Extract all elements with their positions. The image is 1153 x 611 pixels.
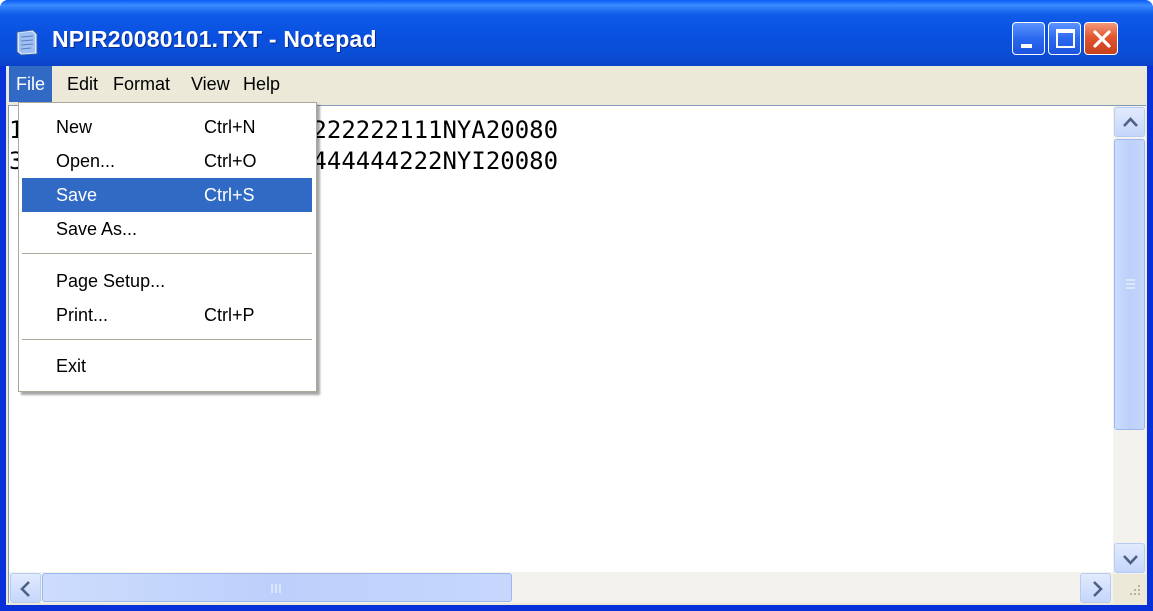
minimize-icon [1021,44,1032,48]
chevron-down-icon [1123,555,1138,565]
maximize-button[interactable] [1048,22,1081,55]
close-button[interactable] [1084,22,1118,55]
close-icon [1093,30,1111,48]
menu-item-label: Save [56,185,98,205]
menu-item-page-setup[interactable]: Page Setup... [22,264,312,298]
title-bar[interactable]: NPIR20080101.TXT - Notepad [0,0,1153,66]
menu-item-shortcut: Ctrl+S [204,185,255,205]
menu-item-save-as[interactable]: Save As... [22,212,312,246]
size-grip[interactable] [1113,574,1146,603]
resize-grip-icon [1130,585,1140,595]
grip-icon [1126,279,1135,289]
menu-item-label: Exit [56,356,87,376]
horizontal-scrollbar[interactable] [9,572,1113,603]
menu-item-label: Save As... [56,219,138,239]
file-menu-dropdown: New Ctrl+N Open... Ctrl+O Save Ctrl+S Sa… [18,102,317,392]
menu-separator [22,339,312,340]
menu-item-save[interactable]: Save Ctrl+S [22,178,312,212]
menu-bar: File Edit Format View Help [6,66,1147,102]
notepad-icon [16,29,38,56]
vertical-scrollbar[interactable] [1113,106,1146,574]
menu-item-label: Open... [56,151,116,171]
vertical-scroll-thumb[interactable] [1114,139,1145,430]
minimize-button[interactable] [1012,22,1045,55]
menu-help[interactable]: Help [236,66,287,102]
scroll-down-button[interactable] [1114,543,1145,573]
notepad-window: NPIR20080101.TXT - Notepad File Edit For… [0,0,1153,611]
menu-view[interactable]: View [184,66,237,102]
window-title: NPIR20080101.TXT - Notepad [52,26,377,52]
menu-item-shortcut: Ctrl+O [204,151,257,171]
menu-item-label: Page Setup... [56,271,166,291]
menu-item-label: Print... [56,305,109,325]
menu-edit[interactable]: Edit [60,66,105,102]
menu-separator [22,253,312,254]
grip-icon [271,584,281,593]
scroll-left-button[interactable] [10,573,41,603]
menu-file[interactable]: File [9,66,53,102]
menu-item-new[interactable]: New Ctrl+N [22,110,312,144]
chevron-up-icon [1123,117,1138,127]
menu-item-print[interactable]: Print... Ctrl+P [22,298,312,332]
scroll-right-button[interactable] [1080,573,1111,603]
menu-format[interactable]: Format [106,66,177,102]
maximize-icon [1056,29,1075,48]
menu-item-shortcut: Ctrl+N [204,117,256,137]
menu-item-open[interactable]: Open... Ctrl+O [22,144,312,178]
horizontal-scroll-thumb[interactable] [42,573,512,602]
menu-item-label: New [56,117,93,137]
scroll-up-button[interactable] [1114,107,1145,137]
chevron-right-icon [1093,581,1103,597]
menu-item-exit[interactable]: Exit [22,349,312,383]
chevron-left-icon [20,581,30,597]
menu-item-shortcut: Ctrl+P [204,305,255,325]
